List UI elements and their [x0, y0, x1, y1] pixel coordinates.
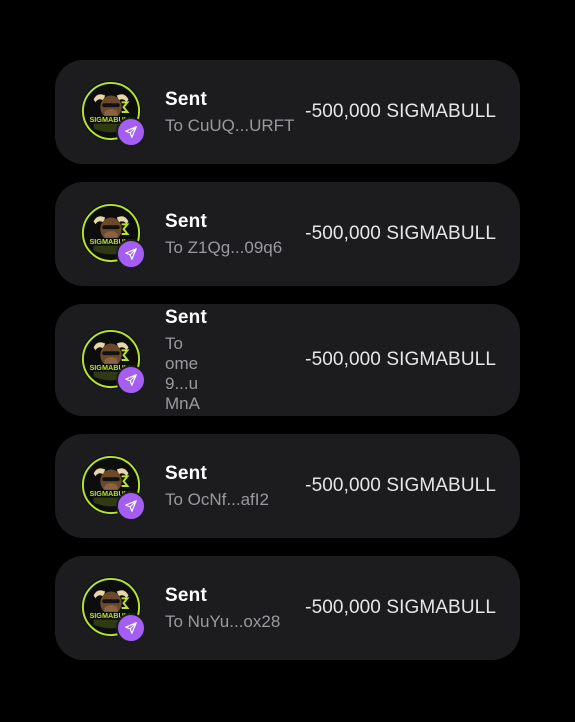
- token-avatar: SIGMABULL: [80, 202, 146, 269]
- send-badge: [116, 239, 146, 269]
- transaction-recipient: To CuUQ...URFT: [165, 115, 295, 135]
- transaction-amount: -500,000 SIGMABULL: [305, 349, 496, 370]
- transaction-amount: -500,000 SIGMABULL: [305, 101, 496, 122]
- send-badge: [116, 613, 146, 643]
- transaction-list: SIGMABULL Sent To CuUQ...URFT -500,000 S…: [55, 60, 520, 660]
- transaction-recipient: To Z1Qg...09q6: [165, 237, 283, 257]
- send-icon: [125, 248, 137, 260]
- token-avatar: SIGMABULL: [80, 328, 146, 395]
- send-icon: [125, 622, 137, 634]
- transaction-row[interactable]: SIGMABULL Sent To ome9...uMnA -500,000 S…: [55, 304, 520, 416]
- transaction-title: Sent: [165, 584, 207, 606]
- token-avatar: SIGMABULL: [80, 454, 146, 521]
- transaction-info: Sent To ome9...uMnA: [165, 307, 275, 414]
- transaction-title: Sent: [165, 210, 207, 232]
- transaction-row[interactable]: SIGMABULL Sent To CuUQ...URFT -500,000 S…: [55, 60, 520, 164]
- transaction-title: Sent: [165, 462, 207, 484]
- token-avatar: SIGMABULL: [80, 80, 146, 147]
- transaction-row[interactable]: SIGMABULL Sent To NuYu...ox28 -500,000 S…: [55, 556, 520, 660]
- transaction-row[interactable]: SIGMABULL Sent To Z1Qg...09q6 -500,000 S…: [55, 182, 520, 286]
- transaction-recipient: To ome9...uMnA: [165, 333, 200, 413]
- transaction-amount: -500,000 SIGMABULL: [305, 223, 496, 244]
- transaction-info: Sent To CuUQ...URFT: [165, 89, 303, 136]
- transaction-info: Sent To NuYu...ox28: [165, 585, 303, 632]
- transaction-title: Sent: [165, 88, 207, 110]
- token-avatar: SIGMABULL: [80, 576, 146, 643]
- send-badge: [116, 117, 146, 147]
- transaction-recipient: To NuYu...ox28: [165, 611, 281, 631]
- send-badge: [116, 365, 146, 395]
- transaction-amount: -500,000 SIGMABULL: [305, 475, 496, 496]
- send-icon: [125, 374, 137, 386]
- transaction-amount: -500,000 SIGMABULL: [305, 597, 496, 618]
- transaction-row[interactable]: SIGMABULL Sent To OcNf...afI2 -500,000 S…: [55, 434, 520, 538]
- transaction-info: Sent To Z1Qg...09q6: [165, 211, 303, 258]
- transaction-recipient: To OcNf...afI2: [165, 489, 269, 509]
- send-icon: [125, 126, 137, 138]
- send-icon: [125, 500, 137, 512]
- transaction-info: Sent To OcNf...afI2: [165, 463, 303, 510]
- send-badge: [116, 491, 146, 521]
- transaction-title: Sent: [165, 306, 207, 328]
